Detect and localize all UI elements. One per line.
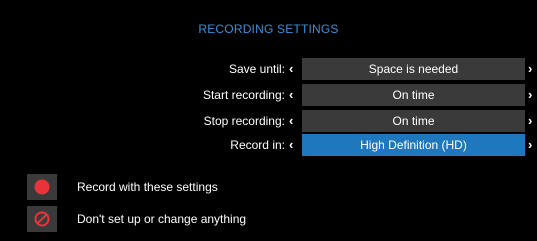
action-label: Record with these settings: [77, 180, 218, 194]
chevron-right-icon[interactable]: ›: [528, 58, 532, 80]
chevron-right-icon[interactable]: ›: [528, 84, 532, 106]
setting-label: Stop recording:: [203, 114, 285, 128]
setting-row-save-until[interactable]: Save until: ‹ Space is needed ›: [0, 58, 537, 80]
setting-row-record-in[interactable]: Record in: ‹ High Definition (HD) ›: [0, 134, 537, 156]
chevron-left-icon[interactable]: ‹: [289, 58, 293, 80]
cancel-setup-button[interactable]: Don't set up or change anything: [0, 206, 537, 232]
record-with-settings-button[interactable]: Record with these settings: [0, 174, 537, 200]
cancel-circle-icon[interactable]: [27, 206, 57, 232]
setting-label: Save until:: [228, 62, 285, 76]
chevron-left-icon[interactable]: ‹: [289, 84, 293, 106]
setting-value-stop-recording[interactable]: On time: [302, 110, 525, 132]
chevron-left-icon[interactable]: ‹: [289, 110, 293, 132]
setting-label: Record in:: [230, 138, 285, 152]
setting-value-save-until[interactable]: Space is needed: [302, 58, 525, 80]
setting-row-stop-recording[interactable]: Stop recording: ‹ On time ›: [0, 110, 537, 132]
recording-settings-screen: RECORDING SETTINGS Save until: ‹ Space i…: [0, 0, 537, 241]
page-title: RECORDING SETTINGS: [198, 22, 339, 36]
action-label: Don't set up or change anything: [77, 212, 247, 226]
setting-value-start-recording[interactable]: On time: [302, 84, 525, 106]
setting-value-record-in[interactable]: High Definition (HD): [302, 134, 525, 156]
record-dot-icon[interactable]: [27, 174, 57, 200]
setting-label: Start recording:: [202, 88, 285, 102]
chevron-right-icon[interactable]: ›: [528, 134, 532, 156]
setting-row-start-recording[interactable]: Start recording: ‹ On time ›: [0, 84, 537, 106]
chevron-right-icon[interactable]: ›: [528, 110, 532, 132]
chevron-left-icon[interactable]: ‹: [289, 134, 293, 156]
